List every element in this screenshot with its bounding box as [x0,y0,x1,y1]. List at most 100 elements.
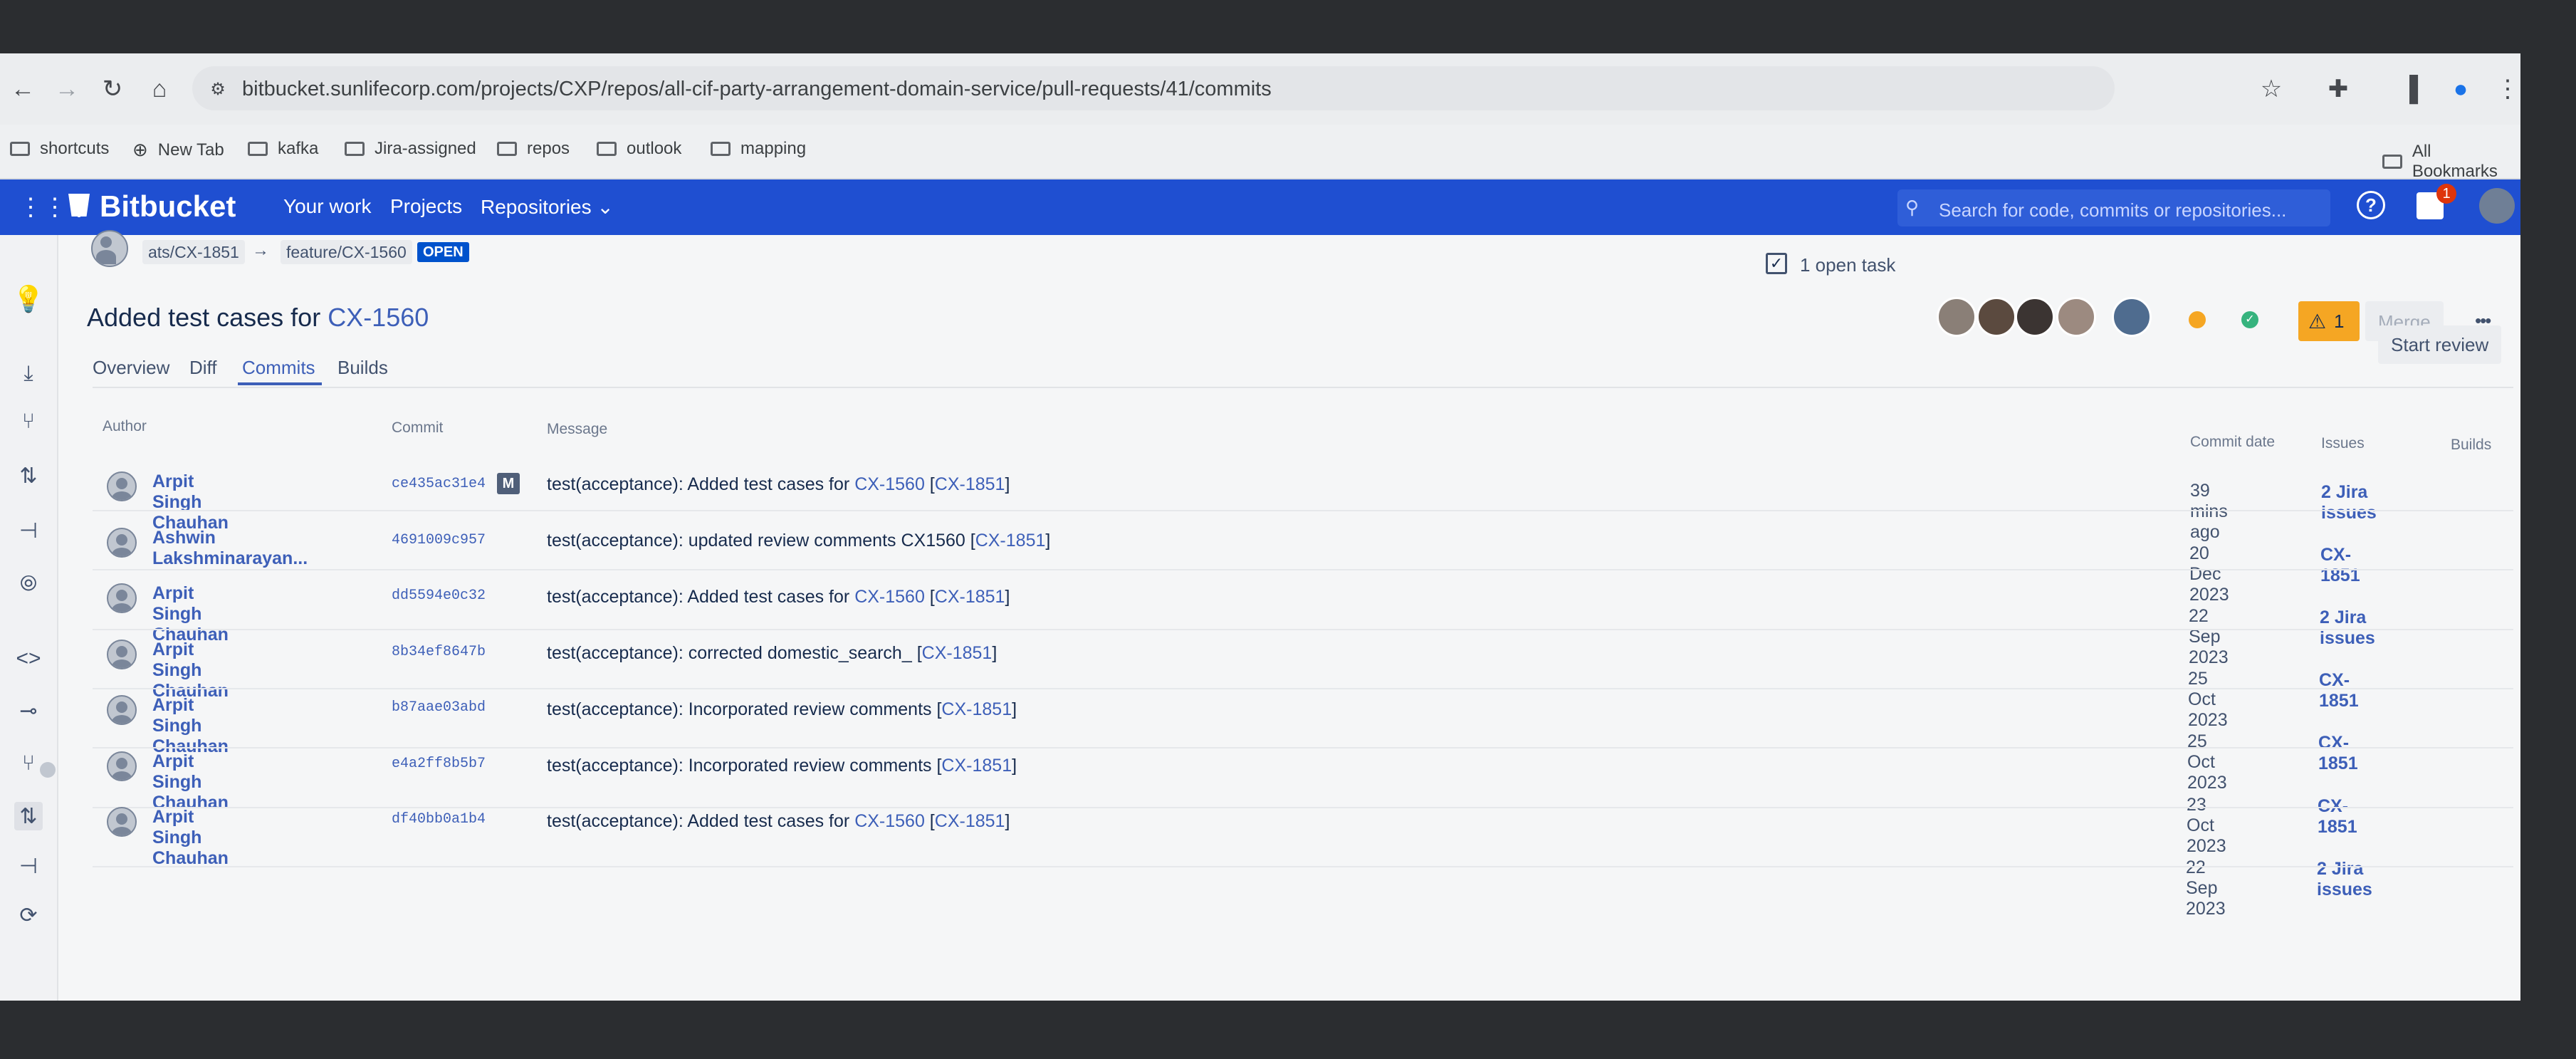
commit-author-avatar[interactable] [107,695,137,725]
commit-author[interactable]: Arpit Singh Chauhan [152,471,229,533]
commit-author[interactable]: Arpit Singh Chauhan [152,583,229,645]
back-icon[interactable]: ← [3,69,43,109]
message-issue-link[interactable]: CX-1560 [854,811,925,831]
nav-your-work[interactable]: Your work [283,195,371,218]
reviewer-avatar[interactable] [2056,297,2096,337]
commits-icon[interactable]: ⊸ [14,697,43,725]
commit-hash[interactable]: ce435ac31e4 [392,476,486,492]
clone-icon[interactable]: ⤓ [14,360,43,388]
all-bookmarks[interactable]: All Bookmarks [2382,142,2520,182]
message-issue-link[interactable]: CX-1851 [922,643,993,663]
commit-issues[interactable]: CX-1851 [2320,545,2360,586]
commit-hash[interactable]: df40bb0a1b4 [392,811,486,828]
commit-hash[interactable]: e4a2ff8b5b7 [392,756,486,772]
tab-diff[interactable]: Diff [189,357,217,379]
open-tasks[interactable]: 1 open task [1800,254,1895,276]
commit-author-avatar[interactable] [107,583,137,613]
compare-icon[interactable]: ⦾ [14,570,43,598]
reviewer-avatar[interactable] [1976,297,2016,337]
reviewer-avatar[interactable] [1937,297,1976,337]
commit-issues[interactable]: CX-1851 [2318,796,2357,838]
commit-message[interactable]: test(acceptance): Added test cases for C… [547,587,1010,607]
commit-issues[interactable]: 2 Jira issues [2321,482,2377,523]
commit-message[interactable]: test(acceptance): Added test cases for C… [547,474,1010,495]
star-icon[interactable]: ☆ [2251,69,2291,109]
menu-icon[interactable]: ⋮ [2488,69,2520,109]
message-issue-link[interactable]: CX-1851 [935,811,1005,831]
message-issue-link[interactable]: CX-1851 [941,756,1012,776]
bookmark-jira-assigned[interactable]: Jira-assigned [345,139,476,159]
col-commit-date: Commit date [2190,434,2276,450]
lightbulb-icon[interactable]: 💡 [13,284,45,313]
commit-hash[interactable]: b87aae03abd [392,699,486,716]
commit-author-avatar[interactable] [107,471,137,501]
url-text[interactable]: bitbucket.sunlifecorp.com/projects/CXP/r… [242,78,1272,101]
message-issue-link[interactable]: CX-1851 [935,474,1005,494]
branches-icon[interactable]: ⑂ [14,749,43,778]
commit-issues[interactable]: CX-1851 [2318,733,2358,774]
source-branch[interactable]: ats/CX-1851 [142,240,245,264]
commit-author[interactable]: Arpit Singh Chauhan [152,751,229,813]
extensions-icon[interactable]: ✚ [2318,69,2358,109]
bookmark-shortcuts[interactable]: shortcuts [10,139,109,159]
profile-icon[interactable]: ● [2441,69,2481,109]
home-icon[interactable]: ⌂ [140,69,179,109]
tab-builds[interactable]: Builds [337,357,388,379]
fork-icon[interactable]: ⊣ [14,516,43,545]
title-issue-link[interactable]: CX-1560 [328,303,429,332]
commit-message[interactable]: test(acceptance): updated review comment… [547,531,1050,551]
message-issue-link[interactable]: CX-1851 [935,587,1005,607]
commit-hash[interactable]: 4691009c957 [392,532,486,548]
commit-issues[interactable]: 2 Jira issues [2317,859,2372,900]
user-avatar[interactable] [2479,188,2515,224]
forks-icon[interactable]: ⊣ [14,852,43,880]
message-issue-link[interactable]: CX-1851 [975,531,1046,551]
reload-icon[interactable]: ↻ [93,69,132,109]
create-branch-icon[interactable]: ⑂ [14,407,43,436]
commit-hash[interactable]: dd5594e0c32 [392,588,486,604]
commit-author[interactable]: Arpit Singh Chauhan [152,640,229,701]
commit-author[interactable]: Ashwin Lakshminarayan... [152,528,308,569]
author-avatar[interactable] [91,230,128,267]
nav-projects[interactable]: Projects [390,195,462,218]
bookmark-new-tab[interactable]: ⊕ New Tab [132,139,224,161]
commit-issues[interactable]: CX-1851 [2319,670,2359,711]
commit-author-avatar[interactable] [107,527,137,558]
commit-author-avatar[interactable] [107,807,137,837]
help-icon[interactable]: ? [2357,191,2385,219]
commit-author-avatar[interactable] [107,751,137,781]
start-review-button[interactable]: Start review [2378,325,2502,364]
commit-message[interactable]: test(acceptance): corrected domestic_sea… [547,643,997,664]
commit-message[interactable]: test(acceptance): Added test cases for C… [547,811,1010,832]
bitbucket-logo-text[interactable]: Bitbucket [100,189,236,224]
source-icon[interactable]: <> [14,645,43,673]
bitbucket-logo-icon[interactable] [68,194,90,217]
target-branch[interactable]: feature/CX-1560 [281,240,412,264]
commit-message[interactable]: test(acceptance): Incorporated review co… [547,699,1017,720]
commit-hash[interactable]: 8b34ef8647b [392,644,486,660]
checkbox-icon[interactable]: ✓ [1766,253,1787,274]
reviewer-avatar[interactable] [2015,297,2055,337]
tab-overview[interactable]: Overview [93,357,169,379]
message-issue-link[interactable]: CX-1560 [854,587,925,607]
commit-author[interactable]: Arpit Singh Chauhan [152,807,229,869]
bookmark-repos[interactable]: repos [497,139,570,159]
sidepanel-icon[interactable]: ▐ [2389,69,2429,109]
search-placeholder[interactable]: Search for code, commits or repositories… [1939,199,2286,221]
pull-requests-icon[interactable]: ⇅ [14,802,43,830]
bookmark-kafka[interactable]: kafka [248,139,318,159]
reviewer-avatar[interactable] [2112,297,2152,337]
warning-button[interactable]: ⚠ 1 [2298,301,2360,341]
message-issue-link[interactable]: CX-1851 [941,699,1012,719]
commit-message[interactable]: test(acceptance): Incorporated review co… [547,756,1017,776]
site-settings-icon[interactable]: ⚙ [198,69,238,109]
nav-repositories[interactable]: Repositories ⌄ [481,195,614,219]
message-issue-link[interactable]: CX-1560 [854,474,925,494]
sync-icon[interactable]: ⟳ [14,901,43,929]
bookmark-outlook[interactable]: outlook [597,139,681,159]
bookmark-mapping[interactable]: mapping [711,139,806,159]
tab-commits[interactable]: Commits [242,357,315,379]
create-pull-request-icon[interactable]: ⇅ [14,461,43,490]
forward-icon[interactable]: → [47,69,87,109]
commit-author-avatar[interactable] [107,639,137,669]
